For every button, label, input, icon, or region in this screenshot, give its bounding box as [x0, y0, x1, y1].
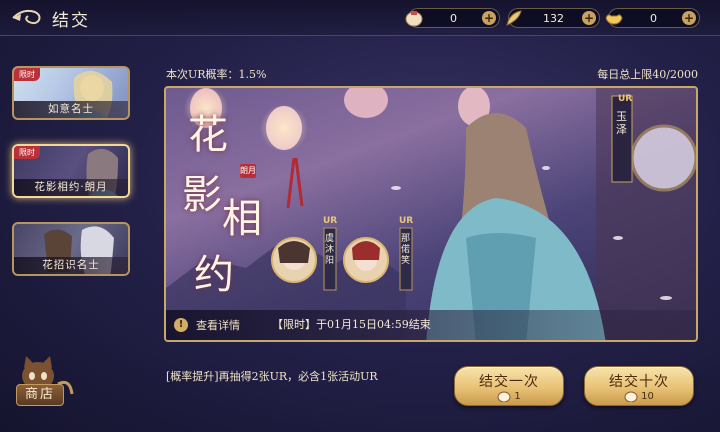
- draw-once-label: 结交一次: [479, 374, 539, 390]
- draw-ten-cost: 10: [585, 390, 693, 402]
- back-button[interactable]: [8, 6, 44, 30]
- pool-card-huazhao[interactable]: 花招识名士: [12, 222, 130, 276]
- limited-tag: 限时: [14, 68, 40, 81]
- banner-bottom-bar: [166, 310, 696, 340]
- coin-bag-icon: [497, 391, 511, 402]
- currency-feather: 132 +: [506, 8, 600, 28]
- add-gold-ingot-button[interactable]: +: [682, 11, 696, 25]
- banner-seal: 朗月: [240, 164, 256, 178]
- add-feather-button[interactable]: +: [582, 11, 596, 25]
- daily-limit-text: 每日总上限40/2000: [597, 68, 698, 81]
- limited-tag: 限时: [14, 146, 40, 159]
- draw-ten-button[interactable]: 结交十次 10: [584, 366, 694, 406]
- add-coin-bag-button[interactable]: +: [482, 11, 496, 25]
- banner-title: 花 影 相 约: [180, 102, 264, 298]
- coin-bag-icon: [624, 391, 638, 402]
- title-char: 影: [182, 172, 222, 218]
- info-icon: !: [174, 318, 188, 332]
- draw-ten-label: 结交十次: [609, 374, 669, 390]
- currency-coin-bag: 0 +: [405, 8, 500, 28]
- ur-badge: UR: [323, 216, 338, 226]
- pool-card-huaying[interactable]: 限时 花影相约·朗月: [12, 144, 130, 198]
- pool-card-ruyi[interactable]: 限时 如意名士: [12, 66, 130, 120]
- side-character-name: 虞沐阳: [325, 234, 335, 266]
- pool-name: 如意名士: [14, 101, 128, 118]
- ur-badge: UR: [399, 216, 414, 226]
- featured-character-name: 玉泽: [616, 110, 627, 136]
- shop-label[interactable]: 商店: [16, 384, 64, 406]
- draw-once-cost: 1: [455, 390, 563, 402]
- title-char: 相: [222, 196, 262, 242]
- event-timer: 【限时】于01月15日04:59结束: [272, 318, 431, 331]
- currency-gold-ingot: 0 +: [605, 8, 700, 28]
- draw-once-cost-value: 1: [514, 390, 521, 402]
- gold-ingot-count: 0: [650, 11, 657, 25]
- pool-banner: 花 影 相 约 朗月 UR 玉泽 UR 虞沐阳 UR 那偌笑 ! 查看详情 【限…: [164, 86, 698, 342]
- top-bar: 结交 0 + 132 + 0 +: [0, 0, 720, 36]
- side-character-name: 那偌笑: [401, 234, 411, 266]
- coin-bag-icon: [403, 9, 425, 27]
- gold-ingot-icon: [603, 9, 625, 27]
- probability-promo-text: [概率提升]再抽得2张UR，必含1张活动UR: [166, 370, 378, 383]
- coin-bag-count: 0: [450, 11, 457, 25]
- ur-rate-text: 本次UR概率：1.5%: [166, 68, 267, 81]
- feather-count: 132: [543, 11, 564, 25]
- pool-name: 花影相约·朗月: [14, 179, 128, 196]
- title-char: 约: [194, 252, 234, 298]
- draw-once-button[interactable]: 结交一次 1: [454, 366, 564, 406]
- feather-icon: [503, 9, 525, 27]
- page-title: 结交: [52, 11, 90, 31]
- back-arrow-icon: [12, 9, 41, 25]
- pool-name: 花招识名士: [14, 257, 128, 274]
- ur-badge: UR: [618, 94, 633, 104]
- view-details-label: 查看详情: [196, 319, 240, 332]
- draw-ten-cost-value: 10: [641, 390, 654, 402]
- title-char: 花: [188, 112, 228, 158]
- view-details-button[interactable]: ! 查看详情: [174, 316, 240, 334]
